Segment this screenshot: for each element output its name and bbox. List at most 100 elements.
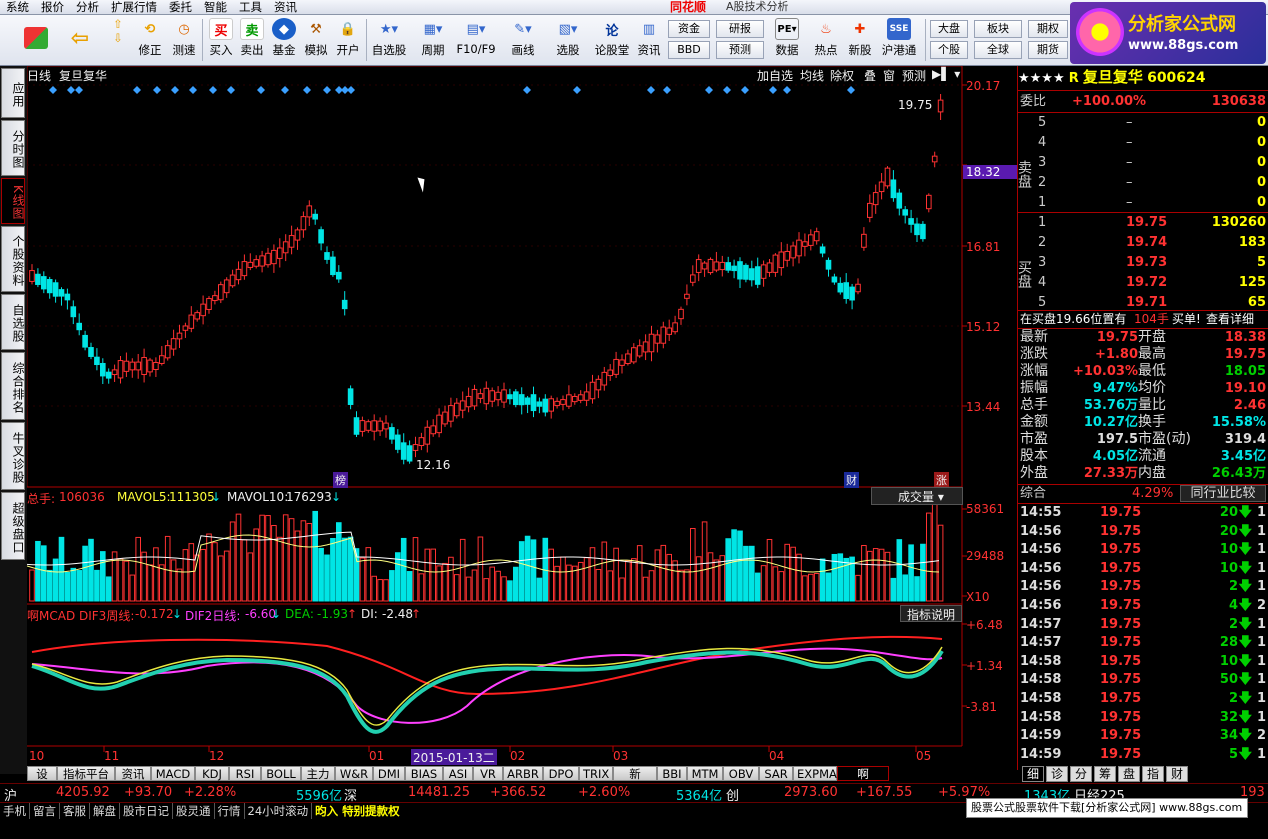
sidebar-item-watchlist[interactable]: 自选股 — [1, 294, 25, 350]
indicator-tab[interactable]: OBV — [723, 766, 759, 781]
sell-level-row[interactable]: 5 – 0 — [1034, 114, 1268, 132]
notice-detail-link[interactable]: 查看详细 — [1206, 310, 1254, 328]
finance-marker[interactable]: 财 — [844, 472, 859, 488]
hk-connect-button[interactable]: SSE 沪港通 — [878, 17, 920, 64]
indicator-tab[interactable]: RSI — [229, 766, 261, 781]
ad-banner[interactable]: 股票公式股票软件下载[分析家公式网] www.88gs.com — [966, 798, 1248, 818]
indicator-tab[interactable]: 新DMA — [613, 766, 657, 795]
indicator-tab[interactable]: EXPMA — [793, 766, 837, 781]
fund-button[interactable]: ◆ 基金 — [268, 17, 300, 64]
indicator-tab[interactable]: W&R — [335, 766, 373, 781]
menu-tools[interactable]: 工具 — [233, 0, 268, 14]
window-button[interactable]: 窗 — [883, 67, 895, 84]
status-quote[interactable]: 行情 — [215, 803, 245, 819]
status-gulingtong[interactable]: 股灵通 — [173, 803, 215, 819]
sell-level-row[interactable]: 2 – 0 — [1034, 174, 1268, 192]
menu-analysis[interactable]: 分析 — [70, 0, 105, 14]
sidebar-item-ranking[interactable]: 综合排名 — [1, 352, 25, 420]
quote-tab[interactable]: 指 — [1142, 766, 1164, 782]
correct-button[interactable]: ⟲ 修正 — [134, 17, 166, 64]
indicator-tab[interactable]: TRIX — [579, 766, 613, 781]
indicator-tab[interactable]: 主力 — [301, 766, 335, 781]
indicator-tab[interactable]: BBI — [657, 766, 687, 781]
status-diary[interactable]: 股市日记 — [120, 803, 173, 819]
status-service[interactable]: 客服 — [60, 803, 90, 819]
ranking-marker[interactable]: 榜 — [333, 472, 348, 488]
options-button[interactable]: 期权 — [1028, 20, 1068, 38]
quote-tab[interactable]: 细 — [1022, 766, 1044, 782]
back-button[interactable]: ⇦ — [64, 17, 96, 64]
open-account-button[interactable]: 🔒 开户 — [332, 17, 364, 64]
buy-level-row[interactable]: 4 19.72 125 — [1034, 274, 1268, 292]
status-message[interactable]: 留言 — [30, 803, 60, 819]
buy-button[interactable]: 买买入 — [206, 17, 236, 64]
capital-button[interactable]: 资金 — [668, 20, 710, 38]
buy-level-row[interactable]: 2 19.74 183 — [1034, 234, 1268, 252]
add-watch-button[interactable]: 加自选 — [757, 67, 793, 84]
ipo-button[interactable]: ✚ 新股 — [844, 17, 876, 64]
indicator-tab[interactable]: 设置 — [27, 766, 57, 795]
sidebar-item-diagnosis[interactable]: 牛叉诊股 — [1, 422, 25, 490]
sell-button[interactable]: 卖卖出 — [237, 17, 267, 64]
indicator-tab[interactable]: KDJ — [195, 766, 229, 781]
indicator-help-button[interactable]: 指标说明 — [900, 605, 962, 622]
news-button[interactable]: ▥ 资讯 — [634, 17, 664, 64]
indicator-tab[interactable]: 啊MCAD — [837, 766, 889, 795]
simulate-button[interactable]: ⚒ 模拟 — [300, 17, 332, 64]
menu-system[interactable]: 系统 — [0, 0, 35, 14]
exright-button[interactable]: 除权 — [830, 67, 854, 84]
period-label[interactable]: 日线 — [27, 67, 51, 84]
menu-quote[interactable]: 报价 — [35, 0, 70, 14]
sidebar-item-kline[interactable]: K线图 — [1, 178, 25, 224]
indicator-tab[interactable]: SAR — [759, 766, 793, 781]
single-stock-button[interactable]: 个股 — [930, 41, 968, 59]
sell-level-row[interactable]: 1 – 0 — [1034, 194, 1268, 212]
indicator-tab[interactable]: ASI — [443, 766, 473, 781]
sell-level-row[interactable]: 3 – 0 — [1034, 154, 1268, 172]
sh-index[interactable]: 4205.92 — [56, 785, 110, 800]
forecast-button[interactable]: 预测 — [716, 41, 764, 59]
menu-ext-quote[interactable]: 扩展行情 — [105, 0, 163, 14]
chart-area[interactable]: 日线 复旦复华 加自选 均线 除权 叠 窗 预测 ▶▌ ▾ 20.17 18.3… — [27, 66, 1017, 770]
bbd-button[interactable]: BBD — [668, 41, 710, 59]
expand-icon[interactable]: ▶▌ ▾ — [932, 67, 960, 81]
indicator-tab[interactable]: ARBR — [503, 766, 543, 781]
forum-button[interactable]: 论论股堂 — [592, 17, 632, 64]
sidebar-item-profile[interactable]: 个股资料 — [1, 226, 25, 292]
watchlist-button[interactable]: ★▾ 自选股 — [368, 17, 410, 64]
status-24h[interactable]: 24小时滚动 — [245, 803, 313, 819]
cy-index[interactable]: 2973.60 — [784, 785, 838, 800]
global-dropdown[interactable]: 全球 — [974, 41, 1022, 59]
menu-trade[interactable]: 委托 — [163, 0, 198, 14]
volume-indicator-dropdown[interactable]: 成交量 ▾ — [871, 487, 963, 505]
indicator-tab[interactable]: MACD — [151, 766, 195, 781]
indicator-tab[interactable]: DMI — [373, 766, 405, 781]
ma-button[interactable]: 均线 — [800, 67, 824, 84]
period-button[interactable]: ▦▾ 周期 — [414, 17, 452, 64]
order-notice[interactable]: 在买盘19.66位置有 104手 买单! 查看详细 — [1018, 310, 1268, 328]
sector-dropdown[interactable]: 板块 — [974, 20, 1022, 38]
menu-smart[interactable]: 智能 — [198, 0, 233, 14]
quote-tab[interactable]: 盘 — [1118, 766, 1140, 782]
buy-level-row[interactable]: 3 19.73 5 — [1034, 254, 1268, 272]
industry-compare-button[interactable]: 同行业比较 — [1180, 485, 1266, 502]
sidebar-item-super-book[interactable]: 超级盘口 — [1, 492, 25, 560]
futures-button[interactable]: 期货 — [1028, 41, 1068, 59]
draw-line-button[interactable]: ✎▾ 画线 — [504, 17, 542, 64]
kline-chart-svg[interactable] — [27, 66, 1017, 770]
indicator-tab[interactable]: BOLL — [261, 766, 301, 781]
sidebar-item-timeshare[interactable]: 分时图 — [1, 120, 25, 176]
data-button[interactable]: PE▾ 数据 — [768, 17, 806, 64]
forecast-toggle[interactable]: 预测 — [902, 67, 926, 84]
hotspot-button[interactable]: ♨ 热点 — [810, 17, 842, 64]
status-analysis[interactable]: 解盘 — [90, 803, 120, 819]
buy-level-row[interactable]: 1 19.75 130260 — [1034, 214, 1268, 232]
up-down-button[interactable]: ⇧ ⇩ — [106, 17, 130, 64]
indicator-tab[interactable]: 指标平台 — [57, 766, 115, 781]
layout-button[interactable] — [20, 17, 52, 64]
sz-index[interactable]: 14481.25 — [408, 785, 470, 800]
overlay-button[interactable]: 叠 — [864, 67, 876, 84]
indicator-tab[interactable]: 资讯 — [115, 766, 151, 781]
f10-button[interactable]: ▤▾ F10/F9 — [454, 17, 498, 64]
indicator-tab[interactable]: VR — [473, 766, 503, 781]
